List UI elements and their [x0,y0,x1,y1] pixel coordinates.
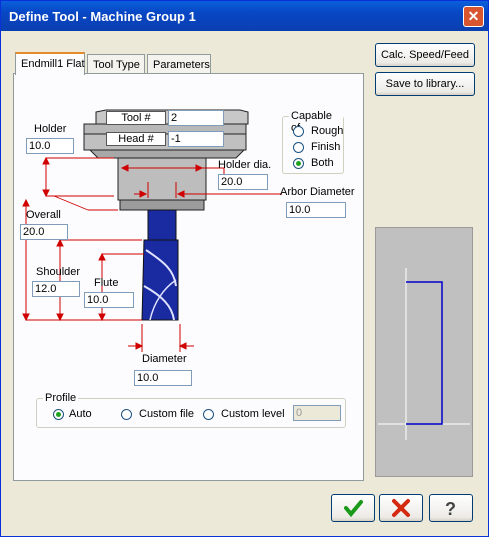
diameter-field[interactable]: 10.0 [134,370,192,386]
tool-panel: Tool # 2 Head # -1 Holder 10.0 Holder di… [13,73,364,481]
rough-radio[interactable] [293,126,304,137]
custom-file-label: Custom file [139,408,195,420]
auto-label: Auto [69,408,92,420]
custom-level-label: Custom level [221,408,285,420]
cancel-x-icon [392,499,410,517]
checkmark-icon [344,500,363,518]
holder-dia-field[interactable]: 20.0 [218,174,268,190]
tool-number-label: Tool # [106,111,166,125]
define-tool-dialog: Define Tool - Machine Group 1 ✕ Endmill1… [0,0,489,537]
profile-group: Profile Auto Custom file Custom level 0 [36,392,346,428]
overall-label: Overall [26,209,61,221]
tab-parameters[interactable]: Parameters [147,54,211,74]
tab-tool-type[interactable]: Tool Type [87,54,145,74]
finish-label: Finish [311,141,341,153]
custom-level-field[interactable]: 0 [293,405,341,421]
help-button[interactable]: ? [429,494,473,522]
both-radio[interactable] [293,158,304,169]
arbor-diameter-label: Arbor Diameter [280,186,355,198]
holder-field[interactable]: 10.0 [26,138,74,154]
calc-speed-feed-button[interactable]: Calc. Speed/Feed [375,43,475,67]
tab-endmill1-flat[interactable]: Endmill1 Flat [15,52,85,75]
shoulder-label: Shoulder [36,266,81,278]
cancel-button[interactable] [379,494,423,522]
help-question-icon: ? [445,499,456,519]
rough-label: Rough [311,125,344,137]
head-number-field[interactable]: -1 [168,131,224,147]
capable-of-group: Capable of Rough Finish Both [282,110,344,174]
flute-label: Flute [94,277,119,289]
window-title: Define Tool - Machine Group 1 [9,9,196,24]
ok-button[interactable] [331,494,375,522]
close-icon: ✕ [467,8,480,24]
close-button[interactable]: ✕ [463,6,484,27]
title-bar: Define Tool - Machine Group 1 ✕ [1,1,488,31]
save-to-library-button[interactable]: Save to library... [375,72,475,96]
svg-text:?: ? [445,499,456,519]
tool-number-field[interactable]: 2 [168,110,224,126]
flute-field[interactable]: 10.0 [84,292,134,308]
overall-field[interactable]: 20.0 [20,224,68,240]
profile-title: Profile [43,392,79,404]
finish-radio[interactable] [293,142,304,153]
diameter-label: Diameter [142,353,187,365]
head-number-label: Head # [106,132,166,146]
arbor-diameter-field[interactable]: 10.0 [286,202,346,218]
tool-preview [375,227,473,477]
auto-radio[interactable] [53,409,64,420]
custom-level-radio[interactable] [203,409,214,420]
shoulder-field[interactable]: 12.0 [32,281,80,297]
both-label: Both [311,157,334,169]
holder-label: Holder [34,123,67,135]
custom-file-radio[interactable] [121,409,132,420]
holder-dia-label: Holder dia. [218,159,272,171]
preview-drawing [378,268,470,440]
